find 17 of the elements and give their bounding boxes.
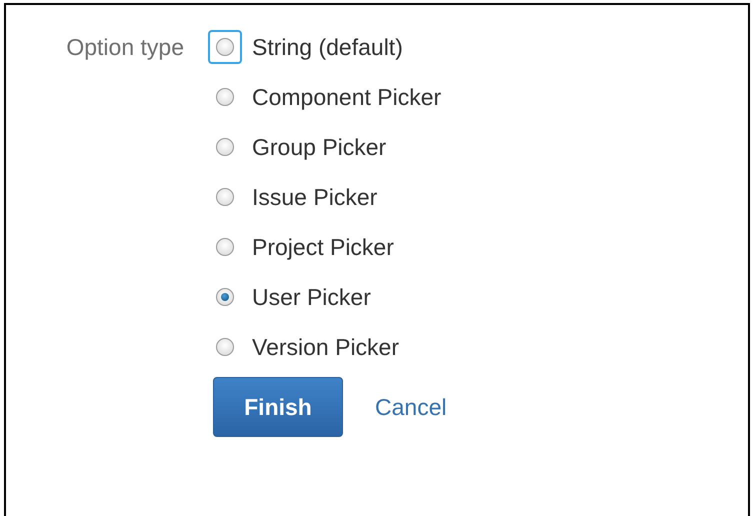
cancel-link[interactable]: Cancel xyxy=(375,394,447,420)
radio-button[interactable] xyxy=(216,38,234,56)
option-label[interactable]: Issue Picker xyxy=(252,184,378,210)
radio-button[interactable] xyxy=(216,238,234,256)
option-label[interactable]: Version Picker xyxy=(252,334,400,360)
radio-button[interactable] xyxy=(216,138,234,156)
option-label[interactable]: User Picker xyxy=(252,284,371,310)
option-label[interactable]: String (default) xyxy=(252,34,403,60)
option-label[interactable]: Project Picker xyxy=(252,234,394,260)
radio-button[interactable] xyxy=(216,338,234,356)
radio-button[interactable] xyxy=(216,288,234,306)
radio-button[interactable] xyxy=(216,188,234,206)
radio-button[interactable] xyxy=(216,88,234,106)
finish-button[interactable]: Finish xyxy=(213,377,343,437)
field-label: Option type xyxy=(65,33,185,62)
option-label[interactable]: Component Picker xyxy=(252,84,442,110)
option-label[interactable]: Group Picker xyxy=(252,134,386,160)
